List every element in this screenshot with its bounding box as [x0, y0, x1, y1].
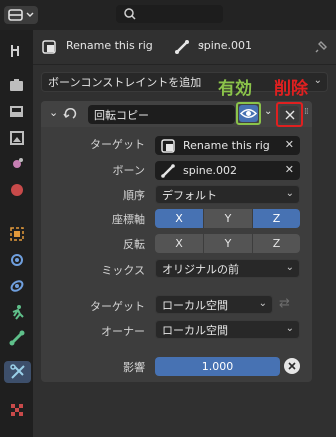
invert-x-toggle[interactable]: X [155, 234, 203, 253]
close-icon [288, 362, 296, 370]
order-label: 順序 [123, 189, 145, 202]
armature-object-icon [42, 40, 56, 54]
bone-value: spine.002 [183, 164, 238, 177]
eye-icon [239, 109, 258, 118]
output-icon[interactable] [6, 101, 28, 123]
delete-highlight [276, 102, 303, 127]
target-label: ターゲット [90, 138, 145, 151]
physics-icon[interactable] [6, 301, 28, 323]
owner-space-label: オーナー [101, 325, 145, 338]
invert-y-toggle[interactable]: Y [204, 234, 252, 253]
bone-icon [161, 163, 175, 178]
search-icon [124, 8, 136, 20]
clear-bone-icon[interactable]: ✕ [285, 163, 294, 176]
axis-x-toggle[interactable]: X [155, 209, 203, 228]
chevron-down-icon: ⌄ [285, 188, 294, 199]
bone-row-label: ボーン [41, 162, 145, 180]
owner-space-value: ローカル空間 [162, 323, 228, 337]
target-value: Rename this rig [183, 139, 270, 152]
axis-row-label: 座標軸 [41, 211, 145, 229]
view-layer-icon[interactable] [6, 127, 28, 149]
chevron-down-icon: ⌄ [258, 298, 267, 309]
editor-type-icon [8, 9, 34, 21]
mix-value: オリジナルの前 [162, 262, 239, 276]
target-space-value: ローカル空間 [162, 298, 228, 312]
clear-target-icon[interactable]: ✕ [285, 138, 294, 151]
bone-field[interactable]: spine.002 ✕ [155, 161, 300, 180]
particles-icon[interactable] [6, 275, 28, 297]
invert-y-label: Y [224, 237, 232, 250]
object-icon[interactable] [6, 223, 28, 245]
target-row-label: ターゲット [41, 136, 145, 154]
enable-toggle-button[interactable] [239, 105, 258, 122]
breadcrumb-bone: spine.001 [198, 39, 253, 52]
order-value: デフォルト [162, 188, 217, 202]
axis-label: 座標軸 [112, 213, 145, 226]
owner-space-dropdown[interactable]: ローカル空間 ⌄ [155, 320, 300, 339]
enable-toggle-highlight [236, 102, 261, 125]
delete-constraint-button[interactable] [280, 106, 299, 123]
delete-annotation: 削除 [274, 79, 308, 99]
order-dropdown[interactable]: デフォルト ⌄ [155, 185, 300, 204]
owner-space-row-label: オーナー [41, 323, 145, 341]
bone-constraint-icon[interactable] [4, 361, 31, 383]
divider [33, 64, 336, 65]
axis-y-label: Y [224, 212, 232, 225]
mix-dropdown[interactable]: オリジナルの前 ⌄ [155, 259, 300, 278]
constraint-name: 回転コピー [94, 108, 149, 122]
disable-keep-transform-button[interactable] [284, 358, 300, 374]
bone-label: ボーン [112, 164, 145, 177]
modifier-icon[interactable] [6, 249, 28, 271]
bone-breadcrumb-icon [175, 40, 189, 54]
influence-value: 1.000 [201, 360, 234, 373]
armature-object-icon [161, 138, 175, 153]
enable-annotation: 有効 [218, 79, 252, 99]
target-space-dropdown[interactable]: ローカル空間 ⌄ [155, 295, 273, 314]
axis-y-toggle[interactable]: Y [204, 209, 252, 228]
editor-type-dropdown[interactable] [4, 6, 38, 24]
axis-z-label: Z [272, 212, 281, 225]
invert-z-label: Z [272, 237, 281, 250]
properties-tab-strip [0, 30, 33, 437]
influence-row-label: 影響 [41, 359, 145, 377]
constraint-panel-header: ⌄ 回転コピー ⌄ ⁞⁞ [41, 101, 312, 127]
invert-x-label: X [175, 237, 183, 250]
bone-icon[interactable] [6, 327, 28, 349]
constraint-name-field[interactable]: 回転コピー [88, 105, 235, 124]
scene-icon[interactable] [6, 153, 28, 175]
add-bone-constraint-label: ボーンコンストレイントを追加 [48, 76, 202, 89]
options-chevron-icon[interactable]: ⌄ [264, 106, 272, 117]
influence-slider[interactable]: 1.000 [155, 357, 280, 376]
chevron-down-icon: ⌄ [285, 262, 294, 273]
order-row-label: 順序 [41, 187, 145, 205]
invert-row-label: 反転 [41, 236, 145, 254]
collapse-chevron-icon[interactable]: ⌄ [49, 106, 58, 119]
space-swap-icon[interactable]: ⇄ [279, 297, 299, 311]
chevron-down-icon: ⌄ [313, 75, 322, 86]
pin-icon[interactable] [314, 40, 328, 54]
close-icon [285, 110, 294, 119]
breadcrumb-object: Rename this rig [66, 39, 153, 52]
world-icon[interactable] [6, 179, 28, 201]
target-space-label: ターゲット [90, 300, 145, 313]
target-space-row-label: ターゲット [41, 298, 145, 316]
copy-rotation-icon [63, 107, 77, 119]
influence-label: 影響 [123, 361, 145, 374]
tool-icon[interactable] [6, 40, 28, 62]
render-icon[interactable] [6, 75, 28, 97]
invert-z-toggle[interactable]: Z [253, 234, 300, 253]
drag-handle-icon[interactable]: ⁞⁞ [304, 107, 309, 117]
target-field[interactable]: Rename this rig ✕ [155, 136, 300, 155]
axis-x-label: X [175, 212, 183, 225]
breadcrumb: Rename this rig › spine.001 [42, 38, 327, 56]
mix-label: ミックス [101, 264, 145, 277]
invert-label: 反転 [123, 238, 145, 251]
axis-z-toggle[interactable]: Z [253, 209, 300, 228]
texture-icon[interactable] [6, 399, 28, 421]
mix-row-label: ミックス [41, 262, 145, 280]
chevron-down-icon: ⌄ [285, 323, 294, 334]
search-input[interactable] [116, 5, 223, 23]
